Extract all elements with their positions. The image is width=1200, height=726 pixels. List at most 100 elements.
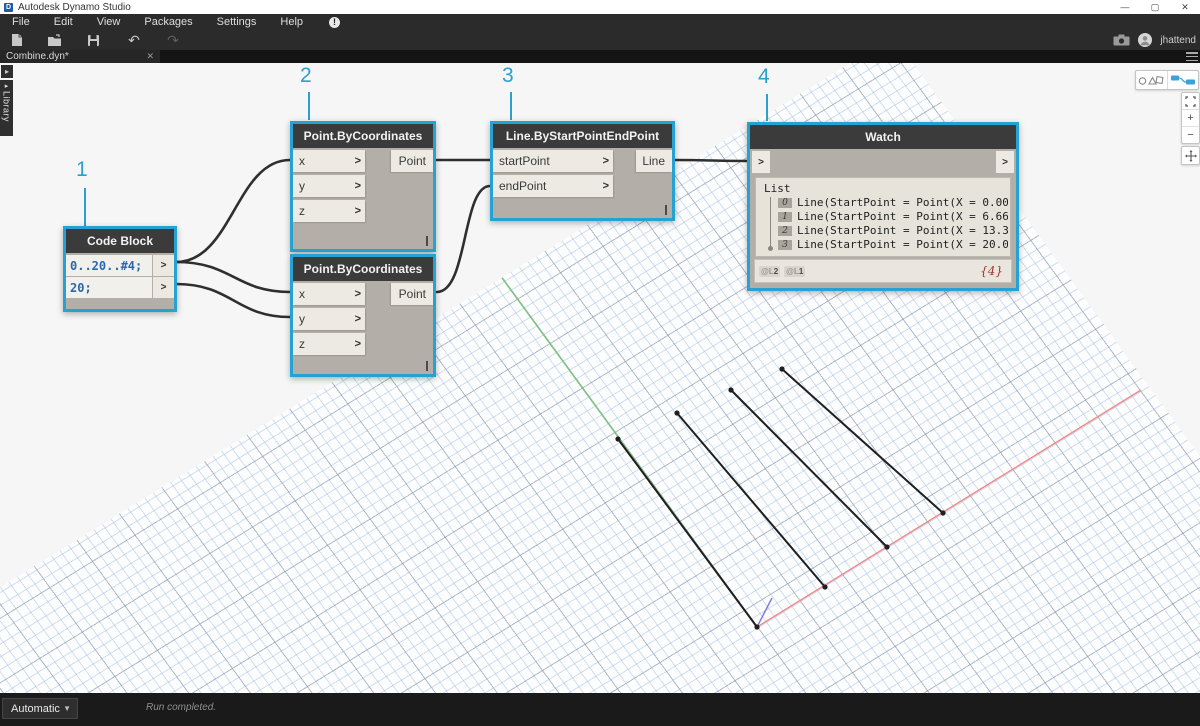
- open-file-button[interactable]: [45, 32, 63, 48]
- line-input-endpoint[interactable]: endPoint >: [493, 175, 613, 197]
- menu-settings[interactable]: Settings: [205, 14, 269, 30]
- save-button[interactable]: [84, 32, 102, 48]
- point1-input-y[interactable]: y >: [293, 175, 365, 197]
- toolbar: ↶ ↷ jhattend: [0, 30, 1200, 50]
- port-arrow-icon: >: [603, 155, 613, 167]
- new-file-button[interactable]: [8, 32, 26, 48]
- lacing-level-badge[interactable]: @L2: [759, 266, 780, 277]
- dynamo-studio-window: ▸ ▸ Library 1 2 3 4 Code Block 0..20..#4…: [0, 0, 1200, 726]
- step-label-4-line: [766, 94, 768, 121]
- menu-edit[interactable]: Edit: [42, 14, 85, 30]
- port-arrow-icon: >: [355, 338, 365, 350]
- code-line-2[interactable]: 20;: [66, 277, 152, 298]
- library-expand-icon[interactable]: ▸: [1, 65, 13, 78]
- code-line-1[interactable]: 0..20..#4;: [66, 255, 152, 276]
- graph-view-button[interactable]: [1167, 71, 1199, 89]
- point2-output-point[interactable]: Point: [391, 283, 433, 305]
- library-arrow-icon: ▸: [5, 83, 9, 91]
- close-button[interactable]: ✕: [1170, 0, 1200, 14]
- lacing-indicator[interactable]: [426, 361, 428, 371]
- watch-list-panel[interactable]: List 0 Line(StartPoint = Point(X = 0.000…: [755, 177, 1011, 257]
- node-code-block-header[interactable]: Code Block: [66, 229, 174, 253]
- tab-close-icon[interactable]: ✕: [146, 51, 160, 62]
- run-mode-value: Automatic: [3, 703, 63, 715]
- view-mode-toggle: [1135, 70, 1199, 90]
- point2-input-x[interactable]: x >: [293, 283, 365, 305]
- zoom-out-button[interactable]: −: [1182, 126, 1199, 143]
- lacing-indicator[interactable]: [665, 205, 667, 215]
- node-line-by-start-end[interactable]: Line.ByStartPointEndPoint startPoint > e…: [490, 121, 675, 221]
- node-watch[interactable]: Watch > > List 0 Line(StartPoint = Point…: [747, 122, 1019, 291]
- lacing-level-badge[interactable]: @L1: [784, 266, 805, 277]
- line-input-startpoint[interactable]: startPoint >: [493, 150, 613, 172]
- node-point-by-coordinates-2[interactable]: Point.ByCoordinates x > y > z > Point: [290, 254, 436, 377]
- port-arrow-icon: >: [355, 180, 365, 192]
- menu-file[interactable]: File: [0, 14, 42, 30]
- point1-input-z[interactable]: z >: [293, 200, 365, 222]
- step-label-3: 3: [502, 64, 514, 88]
- notifications-icon[interactable]: !: [329, 17, 340, 28]
- code-block-output-port-2[interactable]: >: [153, 277, 174, 298]
- library-tab-label: Library: [2, 91, 12, 122]
- tab-label: Combine.dyn*: [0, 51, 146, 62]
- menubar: File Edit View Packages Settings Help !: [0, 14, 1200, 30]
- geometry-shapes-icon: [1138, 74, 1164, 86]
- watch-row-3: 3 Line(StartPoint = Point(X = 20.000: [778, 238, 1008, 251]
- run-status-text: Run completed.: [146, 702, 216, 713]
- tabbar: Combine.dyn* ✕: [0, 50, 1200, 63]
- port-arrow-icon: >: [355, 155, 365, 167]
- zoom-in-button[interactable]: +: [1182, 109, 1199, 126]
- undo-icon: ↶: [128, 32, 140, 49]
- point2-input-z[interactable]: z >: [293, 333, 365, 355]
- menu-packages[interactable]: Packages: [132, 14, 204, 30]
- lacing-indicator[interactable]: [426, 236, 428, 246]
- watch-list-bracket: [770, 197, 771, 249]
- node-point1-header[interactable]: Point.ByCoordinates: [293, 124, 433, 148]
- node-point-by-coordinates-1[interactable]: Point.ByCoordinates x > y > z > Point: [290, 121, 436, 252]
- watch-output-port[interactable]: >: [996, 151, 1014, 173]
- step-label-3-line: [510, 92, 512, 120]
- redo-button[interactable]: ↷: [164, 32, 182, 48]
- pan-arrows-icon: [1185, 150, 1197, 162]
- library-tab[interactable]: ▸ Library: [0, 80, 13, 136]
- node-watch-header[interactable]: Watch: [750, 125, 1016, 149]
- maximize-button[interactable]: ▢: [1140, 0, 1170, 14]
- pan-button[interactable]: [1181, 146, 1200, 165]
- port-arrow-icon: >: [355, 288, 365, 300]
- user-avatar[interactable]: [1138, 33, 1152, 47]
- open-folder-icon: [47, 34, 62, 47]
- tab-overflow-menu-icon[interactable]: [1186, 52, 1198, 61]
- username-label[interactable]: jhattend: [1160, 35, 1196, 46]
- point2-input-y[interactable]: y >: [293, 308, 365, 330]
- point1-output-point[interactable]: Point: [391, 150, 433, 172]
- watch-row-0: 0 Line(StartPoint = Point(X = 0.000: [778, 196, 1008, 209]
- code-block-output-port-1[interactable]: >: [153, 255, 174, 276]
- new-document-icon: [11, 33, 23, 47]
- window-title: Autodesk Dynamo Studio: [18, 2, 131, 13]
- node-line-header[interactable]: Line.ByStartPointEndPoint: [493, 124, 672, 148]
- point1-input-x[interactable]: x >: [293, 150, 365, 172]
- list-index-badge: 0: [778, 198, 792, 208]
- zoom-fit-button[interactable]: [1182, 93, 1199, 109]
- list-count: {4}: [980, 264, 1003, 278]
- node-point2-header[interactable]: Point.ByCoordinates: [293, 257, 433, 281]
- save-disk-icon: [87, 34, 100, 47]
- menu-help[interactable]: Help: [268, 14, 315, 30]
- redo-icon: ↷: [167, 32, 179, 49]
- port-arrow-icon: >: [603, 180, 613, 192]
- run-mode-dropdown[interactable]: Automatic ▼: [2, 698, 78, 719]
- undo-button[interactable]: ↶: [125, 32, 143, 48]
- menu-view[interactable]: View: [85, 14, 133, 30]
- node-code-block[interactable]: Code Block 0..20..#4; > 20; >: [63, 226, 177, 312]
- dynamo-logo: D: [4, 3, 13, 12]
- step-label-2: 2: [300, 64, 312, 88]
- watch-row-2: 2 Line(StartPoint = Point(X = 13.33: [778, 224, 1008, 237]
- run-bar: Automatic ▼ Run completed.: [0, 693, 1200, 726]
- watch-input-port[interactable]: >: [752, 151, 770, 173]
- tab-combine-dyn[interactable]: Combine.dyn* ✕: [0, 50, 160, 63]
- geometry-view-button[interactable]: [1136, 71, 1167, 89]
- list-index-badge: 1: [778, 212, 792, 222]
- minimize-button[interactable]: —: [1110, 0, 1140, 14]
- line-output-line[interactable]: Line: [636, 150, 672, 172]
- screenshot-camera-icon[interactable]: [1113, 34, 1130, 46]
